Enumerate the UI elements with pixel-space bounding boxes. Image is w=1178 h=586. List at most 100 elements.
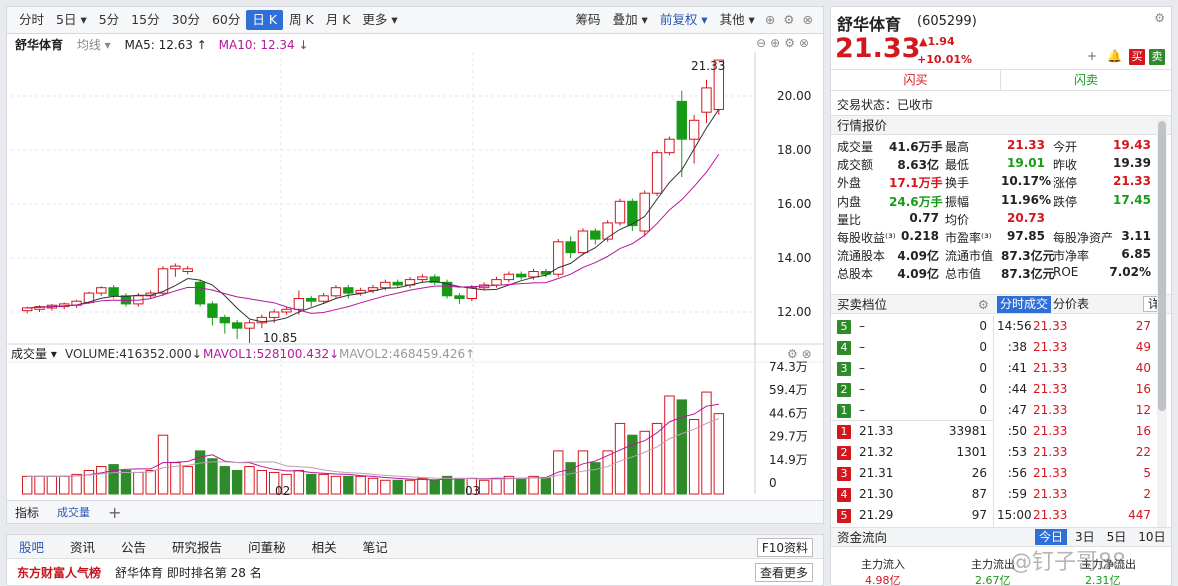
tick-volume: 40 xyxy=(1135,361,1151,375)
period-tab-8[interactable]: 月 K xyxy=(320,10,357,30)
quote-label: 最低 xyxy=(945,158,970,173)
volume-bar xyxy=(516,477,527,495)
flow-tab-3[interactable]: 10日 xyxy=(1134,529,1169,545)
tick-tab[interactable]: 分时成交 xyxy=(997,296,1052,313)
add-watch-icon[interactable]: + xyxy=(1087,49,1097,63)
flash-sell-button[interactable]: 闪卖 xyxy=(1001,70,1171,90)
tool-button-1[interactable]: 叠加 ▾ xyxy=(607,10,654,30)
tick-time: :50 xyxy=(1007,424,1027,438)
buy-button[interactable]: 买 xyxy=(1129,49,1145,65)
flow-tab-2[interactable]: 5日 xyxy=(1103,529,1131,545)
period-tab-0[interactable]: 分时 xyxy=(13,10,50,30)
tick-price: 21.33 xyxy=(1033,508,1068,522)
news-tab-5[interactable]: 相关 xyxy=(312,537,337,556)
buy-volume: 33981 xyxy=(948,424,987,438)
scrollbar[interactable] xyxy=(1157,117,1167,527)
candle-body xyxy=(688,119,700,140)
period-tab-5[interactable]: 60分 xyxy=(206,10,246,30)
period-tab-3[interactable]: 15分 xyxy=(125,10,165,30)
news-tab-1[interactable]: 资讯 xyxy=(70,537,95,556)
settings-icon[interactable]: ⚙ xyxy=(779,10,798,30)
volume-bar xyxy=(577,450,589,495)
sell-button[interactable]: 卖 xyxy=(1149,49,1165,65)
volume-bar xyxy=(355,475,366,495)
volume-bar xyxy=(182,466,193,495)
volume-bar xyxy=(306,473,317,495)
quote-value: 17.1万手 xyxy=(889,176,943,191)
quote-label: ROE xyxy=(1053,265,1079,280)
volume-controls[interactable]: ⚙ ⊗ xyxy=(787,347,812,361)
buy-volume: 87 xyxy=(971,487,987,501)
quote-value: 3.11 xyxy=(1121,229,1151,243)
kline-chart-panel[interactable]: 舒华体育 均线 ▾ MA5: 12.63 ↑ MA10: 12.34 ↓ ⊖⊕⚙… xyxy=(6,34,824,524)
period-tab-9[interactable]: 更多 ▾ xyxy=(356,10,403,30)
pct-change: +10.01% xyxy=(917,53,973,66)
news-tab-3[interactable]: 研究报告 xyxy=(172,537,222,556)
quote-value: 19.43 xyxy=(1113,138,1151,152)
period-tab-4[interactable]: 30分 xyxy=(166,10,206,30)
volume-bar xyxy=(133,471,144,495)
quote-value: 24.6万手 xyxy=(889,194,943,209)
quote-value: 17.45 xyxy=(1113,192,1151,207)
candle-body xyxy=(565,241,576,254)
f10-button[interactable]: F10资料 xyxy=(756,538,813,557)
buy-volume: 1301 xyxy=(956,445,987,459)
period-tab-7[interactable]: 周 K xyxy=(283,10,320,30)
volume-value: VOLUME:416352.000↓ xyxy=(65,347,202,361)
news-tab-2[interactable]: 公告 xyxy=(121,537,146,556)
buy-volume: 26 xyxy=(971,466,987,480)
quote-value: 7.02% xyxy=(1109,265,1151,280)
volume-bar xyxy=(454,477,465,495)
quote-label: 量比 xyxy=(837,212,862,227)
buy-price: 21.32 xyxy=(859,445,894,459)
tick-price: 21.33 xyxy=(1033,487,1068,501)
sell-level-badge: 2 xyxy=(837,383,851,397)
kline-svg[interactable]: 20.00 18.00 16.00 14.00 12.00 21.33 10.85 成交量 ▾… xyxy=(7,34,823,500)
fenjia-tab[interactable]: 分价表 xyxy=(1053,296,1089,313)
sell-price: – xyxy=(859,361,865,375)
more-button[interactable]: 查看更多 xyxy=(754,563,813,582)
quote-value: 19.39 xyxy=(1113,156,1151,171)
candle-body xyxy=(602,222,613,240)
flow-tab-1[interactable]: 3日 xyxy=(1071,529,1099,545)
tick-time: :53 xyxy=(1007,445,1027,459)
flash-buy-button[interactable]: 闪买 xyxy=(831,70,1001,90)
date-tick: 02 xyxy=(275,484,290,498)
quote-value: 0.77 xyxy=(909,210,939,225)
quote-value: 20.73 xyxy=(1007,210,1045,225)
tool-button-3[interactable]: 其他 ▾ xyxy=(714,10,761,30)
candle-body xyxy=(454,295,465,299)
candle-body xyxy=(120,295,132,305)
buy-level-badge: 5 xyxy=(837,509,851,523)
close-icon[interactable]: ⊗ xyxy=(799,10,817,30)
volume-bar xyxy=(207,458,218,495)
news-tab-6[interactable]: 笔记 xyxy=(363,537,388,556)
gear-icon[interactable]: ⚙ xyxy=(1154,11,1165,25)
period-tab-1[interactable]: 5日 ▾ xyxy=(50,10,93,30)
candle-body xyxy=(170,265,181,270)
brand-logo: 东方财富人气榜 xyxy=(17,565,102,580)
indicator-tab[interactable]: 指标 xyxy=(15,504,39,521)
orderbook-gear-icon[interactable]: ⚙ xyxy=(978,295,989,314)
volume-bar xyxy=(713,413,725,495)
volume-tab[interactable]: 成交量 xyxy=(57,504,90,520)
tool-button-2[interactable]: 前复权 ▾ xyxy=(654,10,714,30)
news-tabs: 股吧 资讯 公告 研究报告 问董秘 相关 笔记 xyxy=(7,535,823,559)
tick-volume: 16 xyxy=(1135,424,1151,438)
news-tab-0[interactable]: 股吧 xyxy=(19,537,44,556)
tick-price: 21.33 xyxy=(1033,340,1068,354)
orderbook-title: 买卖档位 ⚙ xyxy=(831,294,995,314)
quote-label: 内盘 xyxy=(837,194,862,209)
buy-price: 21.30 xyxy=(859,487,894,501)
add-indicator-button[interactable]: + xyxy=(108,503,121,522)
bell-icon[interactable]: 🔔 xyxy=(1107,49,1122,63)
flow-tab-0[interactable]: 今日 xyxy=(1035,529,1068,545)
sell-volume: 0 xyxy=(979,382,987,396)
volume-bar xyxy=(614,422,626,495)
tool-button-0[interactable]: 筹码 xyxy=(570,10,607,30)
period-tab-6[interactable]: 日 K xyxy=(246,10,284,30)
period-tab-2[interactable]: 5分 xyxy=(93,10,125,30)
news-tab-4[interactable]: 问董秘 xyxy=(248,537,286,556)
sell-price: – xyxy=(859,319,865,333)
zoom-icon[interactable]: ⊕ xyxy=(761,10,779,30)
